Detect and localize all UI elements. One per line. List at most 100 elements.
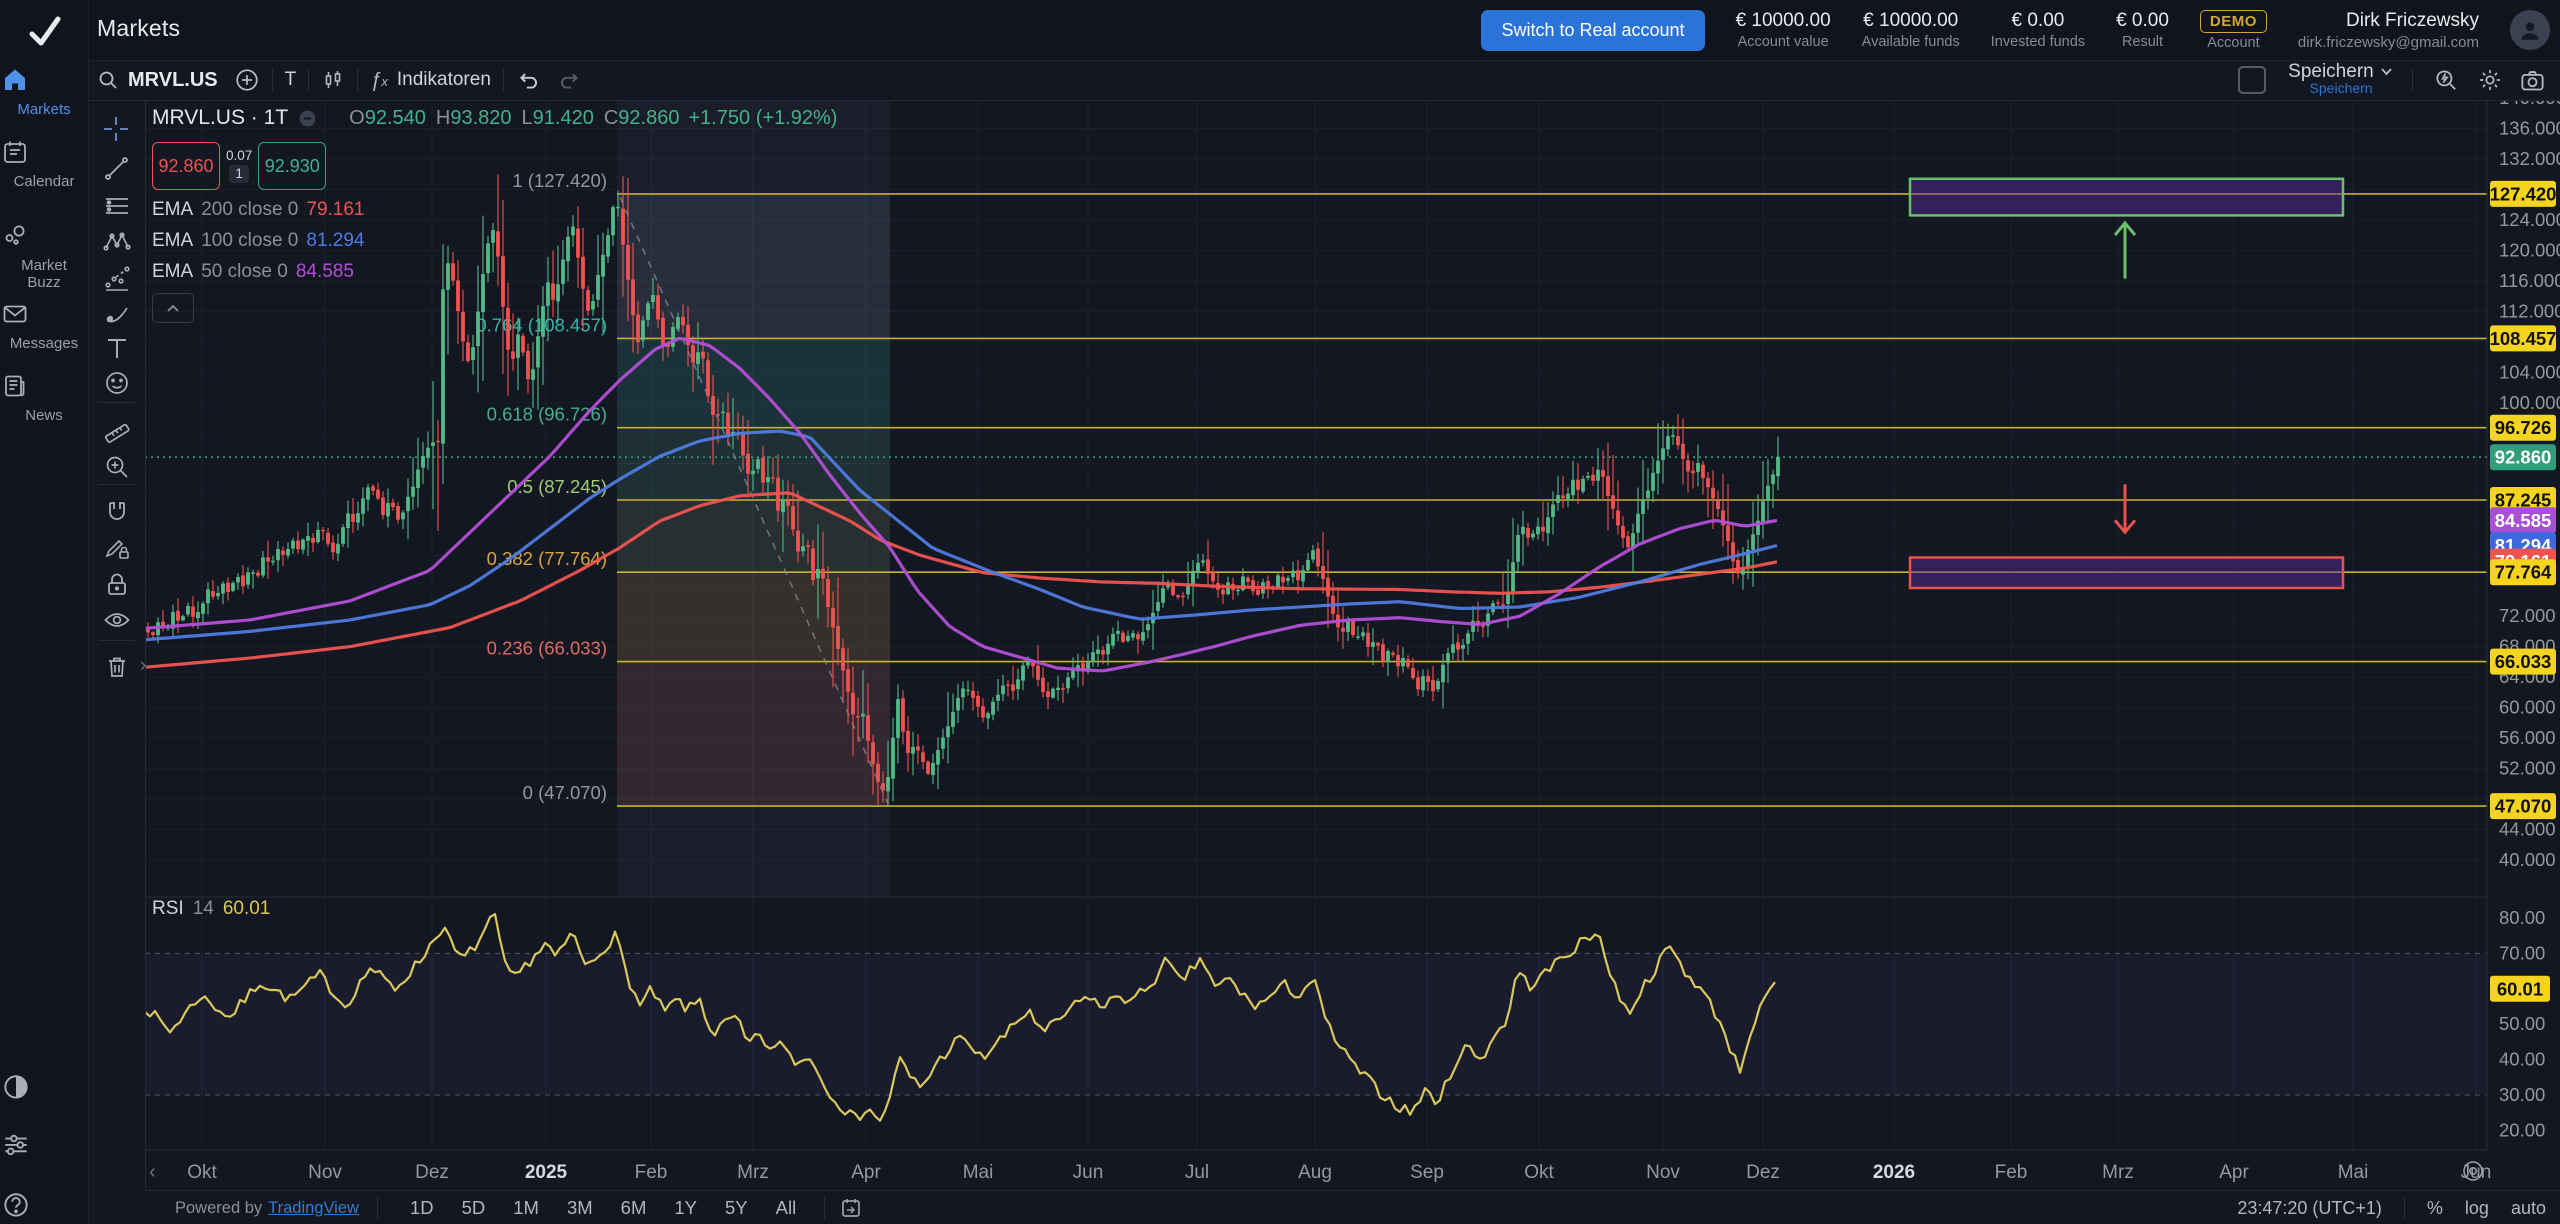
svg-text:Feb: Feb	[1995, 1162, 2028, 1183]
svg-text:0.618 (96.726): 0.618 (96.726)	[487, 404, 607, 425]
zoom-in-icon[interactable]	[101, 452, 131, 482]
save-control[interactable]: Speichern Speichern	[2288, 63, 2394, 97]
indicators-fx-icon[interactable]: ƒx	[370, 69, 388, 92]
switch-to-real-account-button[interactable]: Switch to Real account	[1481, 10, 1704, 51]
svg-text:Aug: Aug	[1298, 1162, 1332, 1183]
svg-text:Dez: Dez	[415, 1162, 449, 1183]
svg-text:112.000: 112.000	[2499, 300, 2560, 321]
trendline-icon[interactable]	[101, 154, 131, 184]
settings-gear-icon[interactable]	[2477, 67, 2503, 93]
news-icon	[0, 372, 88, 402]
user-name: Dirk Friczewsky	[2346, 10, 2479, 32]
svg-text:120.000: 120.000	[2499, 239, 2560, 260]
preferences-icon[interactable]	[0, 1130, 88, 1162]
app-logo-icon[interactable]	[22, 10, 66, 54]
svg-text:108.457: 108.457	[2490, 328, 2557, 349]
quick-search-icon[interactable]	[2433, 67, 2459, 93]
svg-text:80.00: 80.00	[2499, 907, 2545, 928]
sidebar-item-messages[interactable]: Messages	[0, 300, 88, 352]
range-button-all[interactable]: All	[767, 1195, 806, 1221]
trash-icon[interactable]	[101, 652, 131, 682]
demo-badge-label: Account	[2207, 35, 2259, 51]
ruler-icon[interactable]	[101, 416, 131, 446]
forecast-icon[interactable]	[101, 264, 131, 294]
brush-icon[interactable]	[101, 299, 131, 329]
svg-text:136.000: 136.000	[2499, 118, 2560, 139]
rsi-value: 60.01	[223, 898, 271, 920]
text-icon[interactable]	[101, 334, 131, 364]
interval-button[interactable]: T	[285, 69, 297, 91]
svg-text:56.000: 56.000	[2499, 727, 2556, 748]
svg-text:40.00: 40.00	[2499, 1049, 2545, 1070]
crosshair-icon[interactable]	[101, 114, 131, 144]
legend-symbol[interactable]: MRVL.US · 1T	[152, 106, 288, 130]
go-to-date-icon[interactable]	[839, 1196, 863, 1220]
sidebar-item-news[interactable]: News	[0, 372, 88, 424]
svg-text:70.00: 70.00	[2499, 942, 2545, 963]
svg-text:47.070: 47.070	[2495, 796, 2552, 817]
range-button-1y[interactable]: 1Y	[665, 1195, 706, 1221]
ema-legend-row[interactable]: EMA200 close 079.161	[152, 199, 837, 221]
topbar-account-area: Switch to Real account € 10000.00Account…	[1481, 0, 2550, 60]
powered-by-label: Powered by	[175, 1199, 262, 1218]
save-sub-link[interactable]: Speichern	[2310, 80, 2373, 97]
buy-button[interactable]: 92.930	[258, 142, 326, 190]
magnet-icon[interactable]	[101, 498, 131, 528]
drawing-toolbar-collapse-icon[interactable]: ›	[140, 648, 153, 684]
indicators-button[interactable]: Indikatoren	[397, 69, 491, 91]
range-buttons: 1D 5D 1M 3M 6M 1Y 5Y All	[396, 1195, 810, 1221]
spread-indicator: 0.07 1	[220, 142, 258, 190]
sidebar-item-market-buzz[interactable]: MarketBuzz	[0, 222, 88, 291]
svg-text:Okt: Okt	[187, 1162, 217, 1183]
fib-retracement-icon[interactable]	[101, 192, 131, 222]
svg-text:Mrz: Mrz	[2102, 1162, 2134, 1183]
rsi-title[interactable]: RSI	[152, 898, 184, 920]
log-scale-button[interactable]: log	[2465, 1198, 2489, 1219]
chart-type-candles-icon[interactable]	[321, 68, 345, 92]
svg-text:140.000: 140.000	[2499, 100, 2560, 108]
chart-select-checkbox[interactable]	[2238, 66, 2266, 94]
topbar: Markets Switch to Real account € 10000.0…	[88, 0, 2560, 61]
clock-label[interactable]: 23:47:20 (UTC+1)	[2237, 1198, 2382, 1219]
undo-icon[interactable]	[516, 67, 542, 93]
avatar[interactable]	[2510, 10, 2550, 50]
ema-legend-row[interactable]: EMA100 close 081.294	[152, 230, 837, 252]
range-button-3m[interactable]: 3M	[558, 1195, 602, 1221]
svg-text:44.000: 44.000	[2499, 819, 2556, 840]
range-button-5d[interactable]: 5D	[453, 1195, 495, 1221]
percent-scale-button[interactable]: %	[2427, 1198, 2443, 1219]
redo-icon[interactable]	[556, 67, 582, 93]
add-symbol-icon[interactable]	[234, 67, 260, 93]
range-button-1d[interactable]: 1D	[401, 1195, 443, 1221]
svg-text:Mrz: Mrz	[737, 1162, 769, 1183]
legend-collapse-button[interactable]	[152, 293, 194, 323]
sell-button[interactable]: 92.860	[152, 142, 220, 190]
range-button-1m[interactable]: 1M	[504, 1195, 548, 1221]
sidebar-item-calendar[interactable]: Calendar	[0, 138, 88, 190]
legend-hide-icon[interactable]	[297, 108, 318, 129]
range-button-5y[interactable]: 5Y	[716, 1195, 757, 1221]
hide-all-icon[interactable]	[101, 605, 131, 635]
camera-snapshot-icon[interactable]	[2519, 67, 2546, 94]
save-button[interactable]: Speichern	[2288, 61, 2374, 82]
help-icon[interactable]	[0, 1190, 88, 1222]
auto-scale-button[interactable]: auto	[2511, 1198, 2546, 1219]
search-icon[interactable]	[96, 68, 120, 92]
chart-toolbar: MRVL.US T ƒx Indikatoren Speichern Speic…	[88, 60, 2560, 101]
svg-text:Jun: Jun	[1073, 1162, 1104, 1183]
ema-legend-row[interactable]: EMA50 close 084.585	[152, 261, 837, 283]
range-button-6m[interactable]: 6M	[612, 1195, 656, 1221]
messages-icon	[0, 300, 88, 330]
emoji-icon[interactable]	[101, 368, 131, 398]
tradingview-link[interactable]: TradingView	[268, 1199, 359, 1218]
lock-all-icon[interactable]	[101, 570, 131, 600]
xabcd-pattern-icon[interactable]	[101, 228, 131, 258]
svg-text:2026: 2026	[1873, 1162, 1915, 1183]
symbol-search-button[interactable]: MRVL.US	[128, 69, 218, 92]
rsi-param: 14	[193, 898, 214, 920]
legend-change: +1.750 (+1.92%)	[688, 107, 837, 130]
contrast-icon[interactable]	[0, 1072, 88, 1104]
draw-lock-icon[interactable]	[101, 534, 131, 564]
stat-account-value: € 10000.00Account value	[1736, 10, 1831, 50]
sidebar-item-markets[interactable]: Markets	[0, 66, 88, 118]
